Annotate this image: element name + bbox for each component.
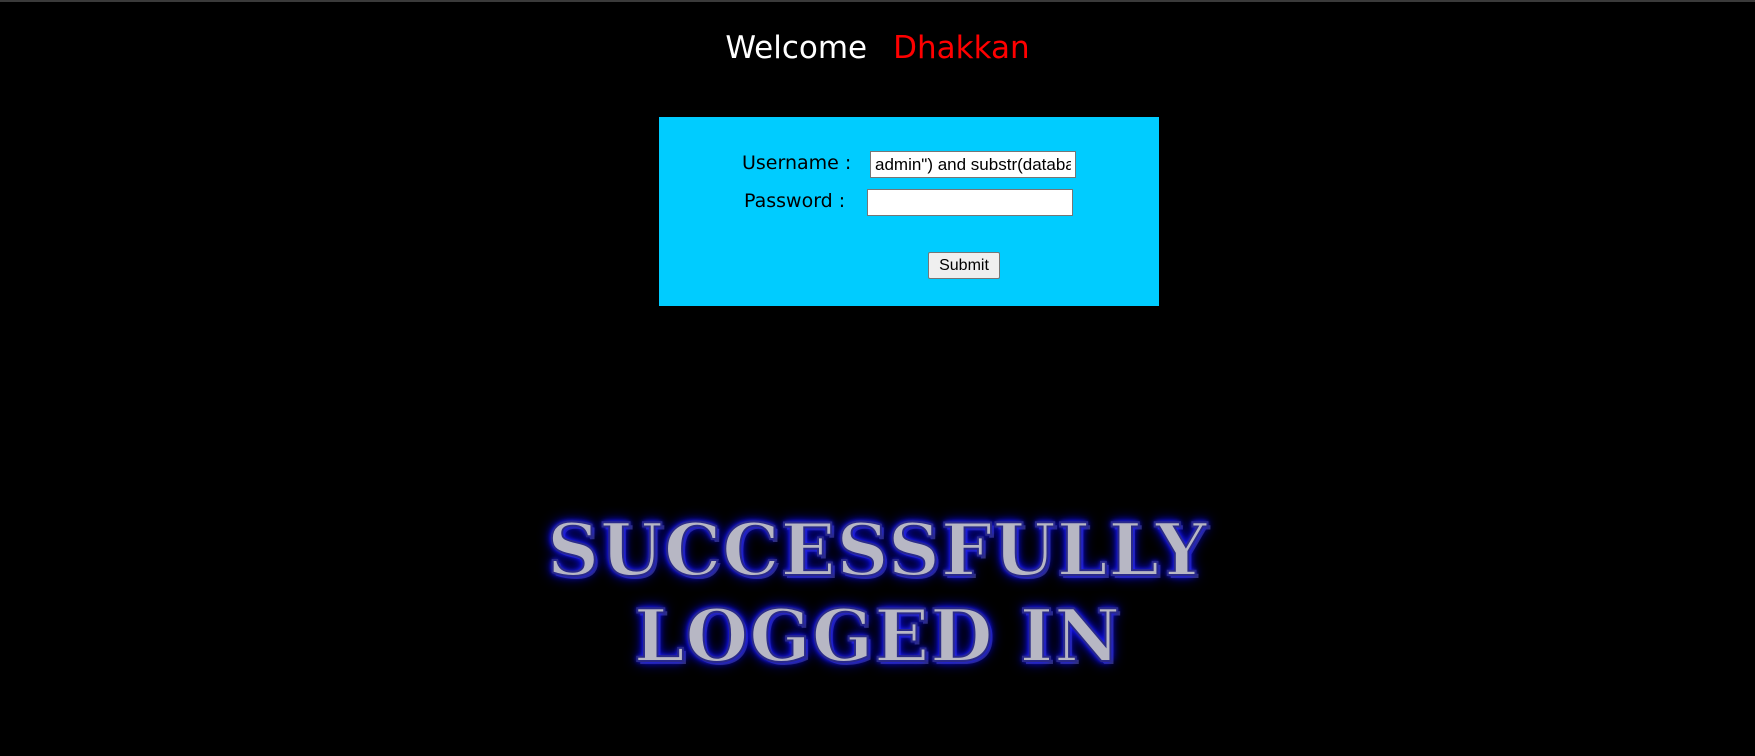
password-input[interactable]: [867, 189, 1073, 216]
success-banner-line1: SUCCESSFULLY: [546, 506, 1208, 593]
welcome-text: Welcome: [725, 30, 868, 66]
user-name: Dhakkan: [893, 30, 1030, 66]
username-label: Username :: [742, 152, 852, 174]
welcome-header: Welcome Dhakkan: [0, 28, 1755, 68]
success-banner-line2: LOGGED IN: [633, 592, 1122, 679]
success-banner: SUCCESSFULLY LOGGED IN: [0, 506, 1755, 679]
username-input[interactable]: [870, 151, 1076, 178]
page: Welcome Dhakkan Username : Password : Sub…: [0, 0, 1755, 756]
submit-button[interactable]: Submit: [928, 252, 1000, 279]
login-form: Username : Password : Submit: [659, 117, 1159, 306]
password-label: Password :: [744, 190, 846, 212]
